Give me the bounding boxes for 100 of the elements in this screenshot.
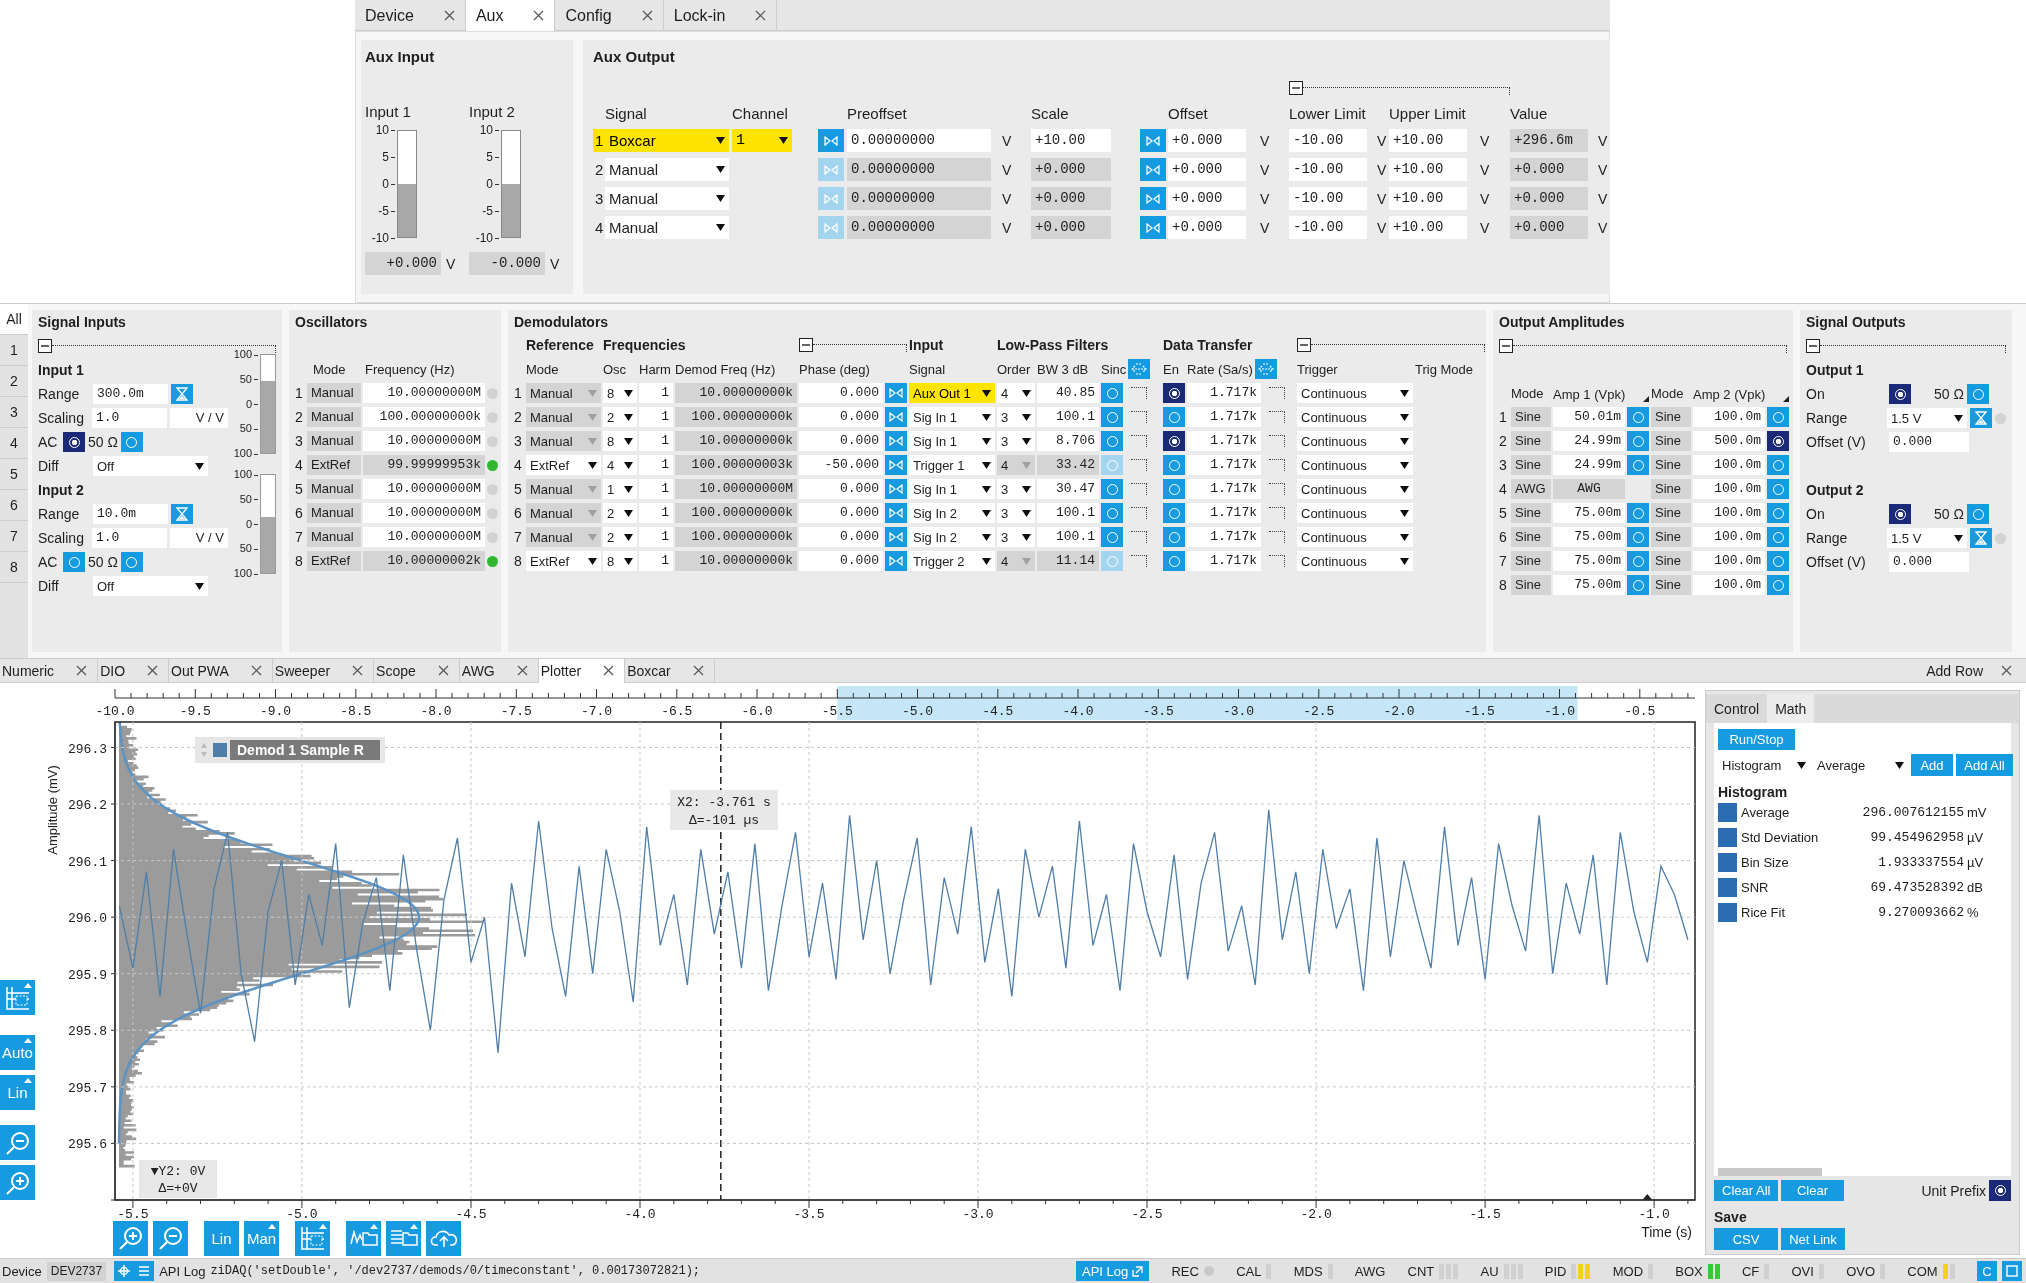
input-field[interactable]: 1.717k	[1187, 455, 1261, 475]
dropdown[interactable]: 1.5 V	[1887, 408, 1967, 428]
toggle-button[interactable]	[1967, 384, 1989, 404]
input-field[interactable]: +10.00	[1389, 129, 1467, 152]
dropdown[interactable]: 4	[603, 455, 637, 475]
dropdown[interactable]: Continuous	[1297, 551, 1413, 571]
dropdown[interactable]: 4	[997, 383, 1035, 403]
dropdown[interactable]: Continuous	[1297, 479, 1413, 499]
toggle-button[interactable]	[1627, 503, 1649, 523]
input-field[interactable]: -10.00	[1289, 129, 1367, 152]
close-icon[interactable]	[352, 665, 364, 676]
toggle-button[interactable]	[1101, 383, 1123, 403]
auto-range-button[interactable]	[1970, 528, 1992, 548]
toggle-button[interactable]	[1627, 575, 1649, 595]
dropdown[interactable]: 3	[997, 479, 1035, 499]
toggle-button[interactable]	[1163, 383, 1185, 403]
input-field[interactable]: 1	[639, 479, 673, 499]
tab[interactable]: Sweeper	[272, 658, 375, 683]
close-icon[interactable]	[516, 665, 528, 676]
close-icon[interactable]	[641, 10, 653, 21]
dropdown[interactable]: Manual	[526, 527, 601, 547]
input-field[interactable]: +0.000	[1168, 216, 1246, 239]
zoom-out-button[interactable]	[0, 1125, 35, 1160]
adjust-button[interactable]	[885, 383, 907, 403]
input-field[interactable]: 1	[639, 431, 673, 451]
dropdown[interactable]: Trigger 1	[909, 455, 995, 475]
input-field[interactable]: 100.00000000k	[363, 407, 485, 427]
dropdown[interactable]: ExtRef	[526, 455, 601, 475]
toggle-button[interactable]	[1767, 503, 1789, 523]
toggle-button[interactable]	[120, 432, 143, 452]
dropdown[interactable]: 1	[603, 479, 637, 499]
dropdown[interactable]: Sig In 1	[909, 407, 995, 427]
input-field[interactable]: +10.00	[1389, 216, 1467, 239]
tab[interactable]: All	[0, 304, 28, 335]
input-field[interactable]: 0.000	[799, 527, 883, 547]
dropdown[interactable]: Manual	[605, 216, 729, 239]
tab[interactable]: Aux	[465, 0, 556, 31]
adjust-button[interactable]	[1140, 187, 1166, 210]
input-field[interactable]: -10.00	[1289, 187, 1367, 210]
input-field[interactable]: 10.00000000M	[363, 383, 485, 403]
dropdown[interactable]: Sig In 2	[909, 527, 995, 547]
link-button[interactable]	[1254, 359, 1277, 379]
dropdown[interactable]: Manual	[605, 158, 729, 181]
dropdown[interactable]: Sig In 1	[909, 431, 995, 451]
dropdown[interactable]: 2	[603, 503, 637, 523]
tab[interactable]: Out PWA	[169, 658, 273, 683]
toggle-button[interactable]	[1163, 407, 1185, 427]
toggle-button[interactable]	[1767, 575, 1789, 595]
input-field[interactable]: -50.000	[799, 455, 883, 475]
grid-button[interactable]	[295, 1220, 330, 1256]
input-field[interactable]: 1	[639, 551, 673, 571]
dropdown[interactable]: Manual	[526, 479, 601, 499]
tab[interactable]: Boxcar	[625, 658, 715, 683]
adjust-button[interactable]	[1140, 158, 1166, 181]
collapse-icon[interactable]	[799, 338, 813, 352]
dropdown[interactable]: 4	[997, 551, 1035, 571]
toggle-button[interactable]	[1101, 479, 1123, 499]
dropdown[interactable]: 8	[603, 431, 637, 451]
input-field[interactable]: 1.717k	[1187, 431, 1261, 451]
toggle-button[interactable]	[1889, 504, 1911, 524]
export-button[interactable]	[386, 1220, 421, 1256]
toggle-button[interactable]	[1163, 503, 1185, 523]
input-field[interactable]: 75.00m	[1553, 503, 1625, 523]
close-icon[interactable]	[147, 665, 158, 676]
input-field[interactable]: 100.0m	[1693, 575, 1765, 595]
input-field[interactable]: 10.0m	[93, 504, 168, 524]
adjust-button[interactable]	[818, 158, 844, 181]
adjust-button[interactable]	[1140, 216, 1166, 239]
input-field[interactable]: 100.0m	[1693, 407, 1765, 427]
input-field[interactable]: 24.99m	[1553, 431, 1625, 451]
collapse-icon[interactable]	[1806, 339, 1820, 353]
dropdown[interactable]: Manual	[526, 407, 601, 427]
close-icon[interactable]	[437, 665, 449, 676]
collapse-icon[interactable]	[1289, 81, 1303, 95]
dropdown[interactable]: 1.5 V	[1887, 528, 1967, 548]
input-field[interactable]: 100.1	[1037, 407, 1099, 427]
input-field[interactable]: 1.717k	[1187, 527, 1261, 547]
toggle-button[interactable]	[1967, 504, 1989, 524]
dropdown[interactable]: 3	[997, 431, 1035, 451]
input-field[interactable]: -10.00	[1289, 158, 1367, 181]
input-field[interactable]: 8.706	[1037, 431, 1099, 451]
grid-button[interactable]	[0, 980, 35, 1015]
input-field[interactable]: 1	[639, 455, 673, 475]
dropdown[interactable]: Manual	[526, 503, 601, 523]
adjust-button[interactable]	[885, 479, 907, 499]
input-field[interactable]: 1	[639, 527, 673, 547]
toggle-button[interactable]	[120, 552, 143, 572]
input-field[interactable]: 100.0m	[1693, 479, 1765, 499]
window-button[interactable]	[2001, 1261, 2022, 1281]
toggle-button[interactable]	[1989, 1180, 2011, 1201]
dropdown[interactable]: 8	[603, 551, 637, 571]
toggle-button[interactable]	[1767, 407, 1789, 427]
dropdown[interactable]: 2	[603, 407, 637, 427]
input-field[interactable]: 1	[639, 407, 673, 427]
input-field[interactable]: 1.717k	[1187, 503, 1261, 523]
input-field[interactable]: 75.00m	[1553, 575, 1625, 595]
input-field[interactable]: 75.00m	[1553, 527, 1625, 547]
input-field[interactable]: 40.85	[1037, 383, 1099, 403]
input-field[interactable]: 1.717k	[1187, 383, 1261, 403]
input-field[interactable]: 100.1	[1037, 527, 1099, 547]
